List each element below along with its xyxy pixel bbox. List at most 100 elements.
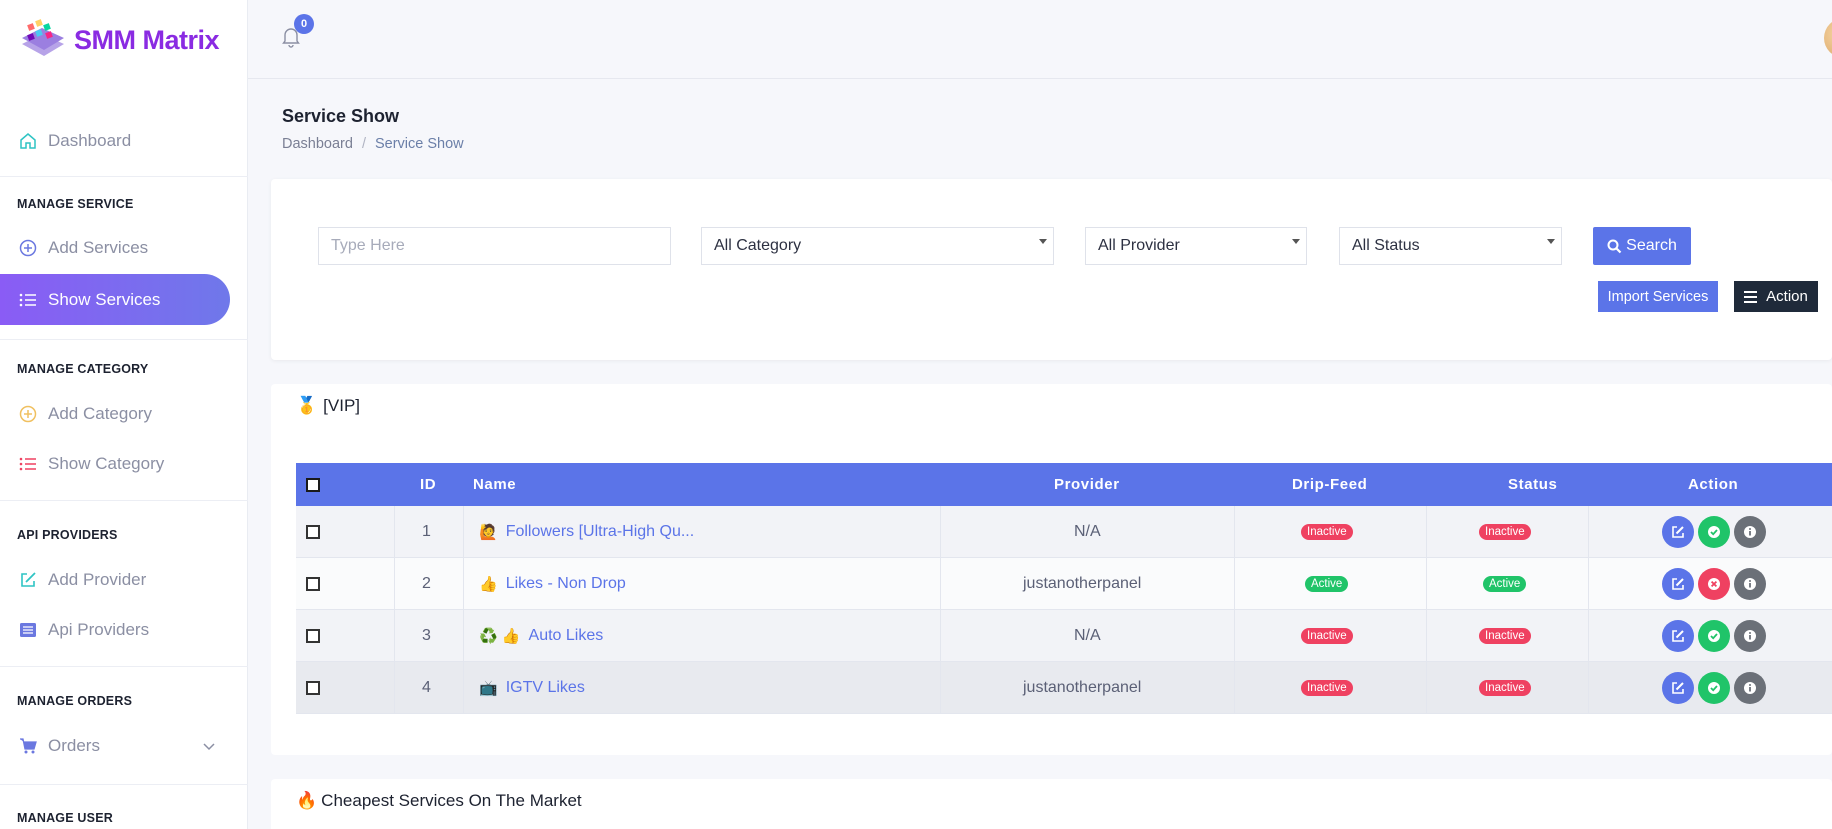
service-name-link[interactable]: Auto Likes: [529, 627, 604, 645]
status-badge: Inactive: [1479, 610, 1531, 662]
logo-icon: [16, 14, 70, 66]
category-name: [VIP]: [323, 396, 361, 415]
sidebar-item-label: Orders: [48, 736, 100, 755]
column-header-id[interactable]: ID: [420, 463, 436, 506]
row-checkbox[interactable]: [306, 558, 320, 610]
activate-button[interactable]: [1698, 516, 1730, 548]
table-row[interactable]: 1 🙋 Followers [Ultra-High Qu... N/A Inac…: [296, 506, 1832, 558]
service-provider: justanotherpanel: [1023, 679, 1142, 696]
table-row[interactable]: 2 👍 Likes - Non Drop justanotherpanel Ac…: [296, 558, 1832, 610]
search-input[interactable]: Type Here: [318, 227, 671, 265]
service-provider: N/A: [1074, 523, 1101, 540]
service-id: 3: [422, 627, 431, 644]
info-circle-icon: [1744, 682, 1756, 694]
sidebar-item-orders[interactable]: Orders: [18, 732, 100, 760]
service-name-link[interactable]: Likes - Non Drop: [506, 575, 626, 593]
edit-button[interactable]: [1662, 620, 1694, 652]
category-select[interactable]: All Category: [701, 227, 1054, 265]
status-badge: Active: [1483, 558, 1527, 610]
edit-button[interactable]: [1662, 672, 1694, 704]
edit-icon: [18, 570, 38, 590]
category-heading: 🔥 Cheapest Services On The Market: [296, 791, 582, 811]
sidebar-item-label: Show Category: [48, 454, 165, 473]
logo[interactable]: SMM Matrix: [16, 12, 220, 68]
edit-icon: [1672, 630, 1684, 642]
column-header-name[interactable]: Name: [473, 463, 516, 506]
column-header-provider[interactable]: Provider: [1054, 463, 1120, 506]
sidebar-item-show-category[interactable]: Show Category: [18, 450, 164, 478]
service-name[interactable]: ♻️ 👍 Auto Likes: [479, 610, 603, 662]
sidebar-item-add-services[interactable]: Add Services: [18, 234, 148, 262]
info-button[interactable]: [1734, 568, 1766, 600]
action-menu-button[interactable]: Action: [1734, 281, 1818, 312]
info-button[interactable]: [1734, 672, 1766, 704]
deactivate-button[interactable]: [1698, 568, 1730, 600]
column-header-drip-feed[interactable]: Drip-Feed: [1292, 463, 1367, 506]
info-button[interactable]: [1734, 620, 1766, 652]
breadcrumb-current: Service Show: [374, 136, 464, 152]
sidebar-item-show-services[interactable]: Show Services: [0, 274, 230, 325]
service-name-link[interactable]: IGTV Likes: [506, 679, 585, 697]
action-button-label: Action: [1766, 288, 1808, 305]
service-name-link[interactable]: Followers [Ultra-High Qu...: [506, 523, 695, 541]
activate-button[interactable]: [1698, 620, 1730, 652]
row-checkbox[interactable]: [306, 662, 320, 714]
select-all-checkbox[interactable]: [306, 463, 320, 506]
table-header: ID Name Provider Drip-Feed Status Action: [296, 463, 1832, 506]
sidebar-item-api-providers[interactable]: Api Providers: [18, 616, 149, 644]
divider: [0, 339, 248, 340]
service-id: 4: [422, 679, 431, 696]
column-header-action[interactable]: Action: [1688, 463, 1738, 506]
topbar: 0: [248, 0, 1832, 79]
section-title-manage-orders: MANAGE ORDERS: [17, 694, 133, 708]
sidebar-item-dashboard[interactable]: Dashboard: [18, 127, 131, 155]
status-active-badge: Active: [1483, 576, 1527, 592]
section-title-api-providers: API PROVIDERS: [17, 528, 118, 542]
service-id: 2: [422, 575, 431, 592]
fire-icon: 🔥: [296, 791, 318, 810]
table-row[interactable]: 4 📺 IGTV Likes justanotherpanel Inactive…: [296, 662, 1832, 714]
service-name[interactable]: 🙋 Followers [Ultra-High Qu...: [479, 506, 694, 558]
drip-feed-inactive-badge: Inactive: [1301, 524, 1353, 540]
caret-down-icon: [1292, 239, 1300, 244]
import-services-button[interactable]: Import Services: [1598, 281, 1718, 312]
cart-icon: [18, 736, 38, 756]
status-inactive-badge: Inactive: [1479, 628, 1531, 644]
sidebar-item-label: Show Services: [48, 289, 161, 309]
drip-feed-badge: Inactive: [1301, 662, 1353, 714]
drip-feed-inactive-badge: Inactive: [1301, 628, 1353, 644]
chevron-down-icon[interactable]: [203, 738, 215, 756]
service-id: 1: [422, 523, 431, 540]
service-name[interactable]: 👍 Likes - Non Drop: [479, 558, 626, 610]
row-checkbox[interactable]: [306, 506, 320, 558]
section-title-manage-category: MANAGE CATEGORY: [17, 362, 149, 376]
divider: [0, 784, 248, 785]
status-badge: Inactive: [1479, 506, 1531, 558]
service-name[interactable]: 📺 IGTV Likes: [479, 662, 585, 714]
sidebar-item-add-category[interactable]: Add Category: [18, 400, 152, 428]
edit-button[interactable]: [1662, 568, 1694, 600]
breadcrumb-separator: /: [361, 136, 366, 152]
avatar[interactable]: [1824, 18, 1832, 58]
breadcrumb: Dashboard / Service Show: [282, 136, 464, 152]
service-provider: justanotherpanel: [1023, 575, 1142, 592]
row-checkbox[interactable]: [306, 610, 320, 662]
plus-circle-icon: [18, 238, 38, 258]
hamburger-icon: [1744, 290, 1758, 303]
drip-feed-inactive-badge: Inactive: [1301, 680, 1353, 696]
activate-button[interactable]: [1698, 672, 1730, 704]
provider-select[interactable]: All Provider: [1085, 227, 1307, 265]
person-raising-hand-icon: 🙋: [479, 524, 498, 541]
search-button[interactable]: Search: [1593, 227, 1691, 265]
sidebar-item-label: Add Provider: [48, 570, 147, 589]
thumbs-up-icon: 👍: [479, 576, 498, 593]
sidebar-item-add-provider[interactable]: Add Provider: [18, 566, 146, 594]
status-select[interactable]: All Status: [1339, 227, 1562, 265]
column-header-status[interactable]: Status: [1508, 463, 1557, 506]
edit-button[interactable]: [1662, 516, 1694, 548]
section-title-manage-user: MANAGE USER: [17, 811, 113, 825]
info-button[interactable]: [1734, 516, 1766, 548]
edit-icon: [1672, 682, 1684, 694]
table-row[interactable]: 3 ♻️ 👍 Auto Likes N/A Inactive Inactive: [296, 610, 1832, 662]
breadcrumb-link-dashboard[interactable]: Dashboard: [282, 136, 353, 152]
